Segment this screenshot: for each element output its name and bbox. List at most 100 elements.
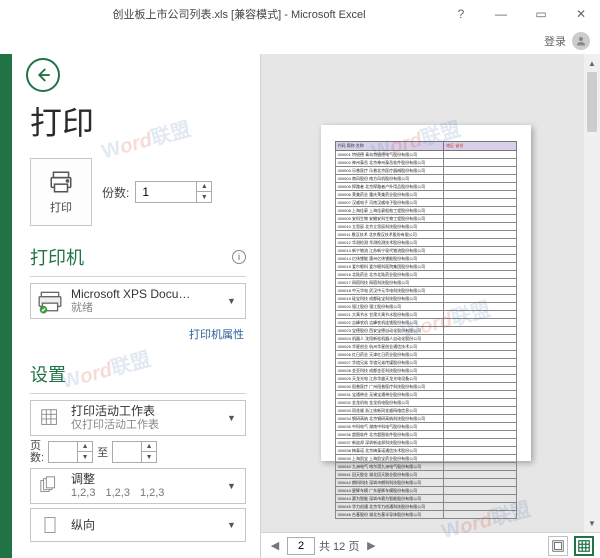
scroll-thumb[interactable] [587, 72, 597, 132]
title-text: 创业板上市公司列表.xls [兼容模式] - Microsoft Excel [32, 6, 446, 22]
table-cell [444, 375, 516, 383]
page-to-spinner[interactable]: ▲▼ [112, 441, 157, 463]
table-cell [444, 263, 516, 271]
table-row: 300031 宝通带业 无锡宝通带业股份有限公司 [335, 391, 516, 399]
table-row: 300017 网宿科技 网宿科技股份有限公司 [335, 279, 516, 287]
table-row: 300037 新宙邦 深圳新宙邦科技股份有限公司 [335, 439, 516, 447]
table-cell: 300005 探路者 北京探路者户外用品股份有限公司 [335, 183, 444, 191]
copies-spinner[interactable]: ▲ ▼ [135, 181, 212, 203]
table-cell: 300029 天龙光电 江苏华盛天龙光电设备公司 [335, 375, 444, 383]
table-cell [444, 215, 516, 223]
info-icon[interactable]: i [232, 250, 246, 264]
col-header: 地区 省份 [444, 142, 516, 151]
divider [30, 276, 246, 277]
table-row: 300030 阳普医疗 广州阳普医疗科技股份有限公司 [335, 383, 516, 391]
copies-input[interactable] [136, 182, 196, 202]
table-cell: 300044 赛为智能 深圳市赛为智能股份有限公司 [335, 495, 444, 503]
table-cell [444, 295, 516, 303]
printer-selector[interactable]: Microsoft XPS Docu… 就绪 ▼ [30, 283, 246, 319]
table-row: 300020 银江股份 银江股份有限公司 [335, 303, 516, 311]
maximize-icon[interactable]: ▭ [526, 4, 556, 24]
preview-footer: ◀ 共 12 页 ▶ [261, 532, 600, 558]
help-icon[interactable]: ? [446, 4, 476, 24]
table-cell [444, 191, 516, 199]
divider [30, 393, 246, 394]
show-margins-button[interactable] [548, 536, 568, 556]
down-icon[interactable]: ▼ [78, 452, 92, 462]
table-row: 300012 华测检测 华测检测技术股份有限公司 [335, 239, 516, 247]
main-area: 打印 打印 份数: ▲ ▼ 打印机 i [0, 54, 600, 558]
table-row: 300009 安科生物 安徽安科生物工程股份有限公司 [335, 215, 516, 223]
table-cell [444, 391, 516, 399]
down-icon[interactable]: ▼ [142, 452, 156, 462]
table-cell [444, 239, 516, 247]
table-cell [444, 271, 516, 279]
table-cell: 300021 大禹节水 甘肃大禹节水股份有限公司 [335, 311, 444, 319]
table-cell: 300010 立思辰 北京立思辰科技股份有限公司 [335, 223, 444, 231]
table-cell: 300034 钢研高纳 北京钢研高纳科技股份有限公司 [335, 415, 444, 423]
collate-selector[interactable]: 调整 1,2,3 1,2,3 1,2,3 ▼ [30, 468, 246, 504]
window-controls: ? — ▭ ✕ [446, 4, 596, 24]
table-row: 300041 回天胶业 湖北回天胶业股份有限公司 [335, 471, 516, 479]
printer-properties-link[interactable]: 打印机属性 [189, 329, 244, 341]
col-header: 代码 简称 名称 [335, 142, 444, 151]
table-cell [444, 407, 516, 415]
table-cell: 300006 莱美药业 重庆莱美药业股份有限公司 [335, 191, 444, 199]
back-button[interactable] [26, 58, 60, 92]
close-icon[interactable]: ✕ [566, 4, 596, 24]
copies-down-icon[interactable]: ▼ [197, 192, 211, 202]
collate-icon [37, 473, 63, 499]
page-from-spinner[interactable]: ▲▼ [48, 441, 93, 463]
current-page-input[interactable] [287, 537, 315, 555]
table-cell [444, 199, 516, 207]
avatar-icon[interactable] [572, 32, 590, 50]
table-cell [444, 287, 516, 295]
table-row: 300022 吉峰农机 吉峰农机连锁股份有限公司 [335, 319, 516, 327]
table-cell [444, 343, 516, 351]
preview-viewport[interactable]: 代码 简称 名称地区 省份 300001 特锐德 青岛特锐德电气股份有限公司 30… [261, 54, 600, 532]
login-link[interactable]: 登录 [544, 33, 566, 49]
table-row: 300008 上海佳豪 上海佳豪船舶工程股份有限公司 [335, 207, 516, 215]
copies-up-icon[interactable]: ▲ [197, 182, 211, 192]
vertical-scrollbar[interactable]: ▲ ▼ [584, 54, 600, 532]
table-row: 300039 上海凯宝 上海凯宝药业股份有限公司 [335, 455, 516, 463]
print-what-selector[interactable]: 打印活动工作表 仅打印活动工作表 ▼ [30, 400, 246, 436]
up-icon[interactable]: ▲ [78, 442, 92, 452]
table-cell: 300040 九洲电气 哈尔滨九洲电气股份有限公司 [335, 463, 444, 471]
table-row: 300010 立思辰 北京立思辰科技股份有限公司 [335, 223, 516, 231]
table-row: 300043 星辉车模 广东星辉车模股份有限公司 [335, 487, 516, 495]
table-cell: 300026 红日药业 天津红日药业股份有限公司 [335, 351, 444, 359]
table-cell [444, 279, 516, 287]
printer-status: 就绪 [71, 302, 219, 315]
scroll-down-icon[interactable]: ▼ [584, 516, 600, 530]
page-from-input[interactable] [49, 442, 77, 462]
table-cell: 300027 华谊兄弟 华谊兄弟传媒股份有限公司 [335, 359, 444, 367]
table-row: 300004 南风股份 南方风机股份有限公司 [335, 175, 516, 183]
table-row: 300013 新宁物流 江苏新宁现代物流股份有限公司 [335, 247, 516, 255]
printer-icon [46, 169, 76, 195]
table-row: 300045 华力创通 北京华力创通科技股份有限公司 [335, 503, 516, 511]
scroll-up-icon[interactable]: ▲ [584, 56, 600, 70]
prev-page-button[interactable]: ◀ [267, 538, 283, 554]
pages-to-label: 至 [97, 444, 108, 460]
page-to-input[interactable] [113, 442, 141, 462]
collate-seq: 1,2,3 [105, 487, 129, 500]
table-cell: 300007 汉威电子 河南汉威电子股份有限公司 [335, 199, 444, 207]
orientation-selector[interactable]: 纵向 ▼ [30, 508, 246, 542]
table-cell: 300001 特锐德 青岛特锐德电气股份有限公司 [335, 151, 444, 159]
table-cell: 300041 回天胶业 湖北回天胶业股份有限公司 [335, 471, 444, 479]
table-row: 300046 台基股份 湖北台基半导体股份有限公司 [335, 511, 516, 519]
zoom-to-page-button[interactable] [574, 536, 594, 556]
up-icon[interactable]: ▲ [142, 442, 156, 452]
table-row: 300018 中元华电 武汉中元华电科技股份有限公司 [335, 287, 516, 295]
table-cell [444, 479, 516, 487]
table-row: 300019 硅宝科技 成都硅宝科技股份有限公司 [335, 295, 516, 303]
print-button-label: 打印 [50, 199, 72, 215]
minimize-icon[interactable]: — [486, 4, 516, 24]
print-button[interactable]: 打印 [30, 158, 92, 226]
pages-label-2: 数: [30, 452, 44, 464]
next-page-button[interactable]: ▶ [363, 538, 379, 554]
table-cell [444, 327, 516, 335]
table-cell [444, 311, 516, 319]
table-cell: 300038 梅泰诺 北京梅泰诺通信技术股份公司 [335, 447, 444, 455]
